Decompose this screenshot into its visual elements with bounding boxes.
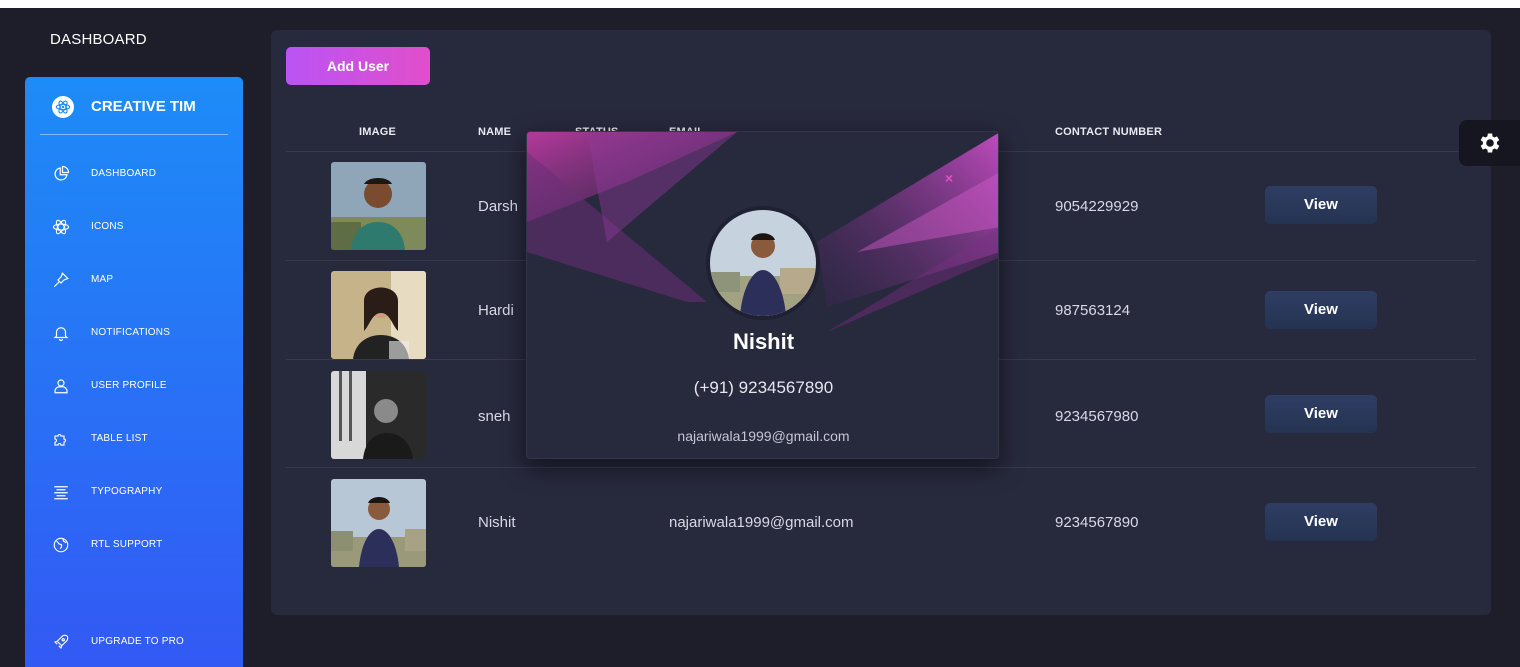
modal-close-button[interactable]: × bbox=[945, 170, 953, 186]
sidebar-item-icons[interactable]: ICONS bbox=[25, 212, 243, 242]
sidebar-item-label: ICONS bbox=[91, 221, 124, 232]
user-photo bbox=[331, 479, 426, 567]
sidebar-item-user-profile[interactable]: USER PROFILE bbox=[25, 371, 243, 401]
spaceship-icon bbox=[53, 634, 69, 650]
user-name: Nishit bbox=[478, 514, 516, 531]
pin-icon bbox=[53, 272, 69, 288]
sidebar-item-notifications[interactable]: NOTIFICATIONS bbox=[25, 318, 243, 348]
user-name: Darsh bbox=[478, 198, 519, 215]
sidebar-item-rtl-support[interactable]: RTL SUPPORT bbox=[25, 530, 243, 560]
sidebar-divider bbox=[40, 134, 228, 135]
sidebar-item-table-list[interactable]: TABLE LIST bbox=[25, 424, 243, 454]
pie-chart-icon bbox=[54, 165, 70, 181]
user-photo bbox=[331, 162, 426, 250]
sidebar-item-dashboard[interactable]: DASHBOARD bbox=[25, 159, 243, 189]
sidebar-item-label: DASHBOARD bbox=[91, 168, 157, 179]
contact-number: 9234567890 bbox=[1055, 514, 1139, 531]
sidebar-item-label: MAP bbox=[91, 274, 114, 285]
modal-user-avatar bbox=[706, 206, 820, 320]
sidebar-item-label: TYPOGRAPHY bbox=[91, 486, 163, 497]
user-name: sneh bbox=[478, 408, 511, 425]
user-icon bbox=[54, 379, 68, 394]
column-header-contact-number: CONTACT NUMBER bbox=[1055, 126, 1163, 138]
sidebar-item-label: UPGRADE TO PRO bbox=[91, 636, 185, 647]
user-email: najariwala1999@gmail.com bbox=[669, 514, 854, 531]
row-divider bbox=[286, 467, 1476, 468]
column-header-image: IMAGE bbox=[359, 126, 397, 138]
view-button[interactable]: View bbox=[1265, 395, 1377, 433]
sidebar-item-map[interactable]: MAP bbox=[25, 265, 243, 295]
sidebar-item-label: RTL SUPPORT bbox=[91, 539, 163, 550]
column-header-name: NAME bbox=[478, 126, 512, 138]
modal-user-email: najariwala1999@gmail.com bbox=[677, 428, 850, 444]
contact-number: 9234567980 bbox=[1055, 408, 1139, 425]
bell-icon bbox=[53, 327, 69, 342]
user-name: Hardi bbox=[478, 302, 514, 319]
user-photo bbox=[331, 271, 426, 359]
sidebar-item-label: NOTIFICATIONS bbox=[91, 327, 171, 338]
react-logo-icon[interactable] bbox=[52, 96, 74, 118]
settings-gear-button[interactable] bbox=[1459, 120, 1520, 166]
atom-icon bbox=[52, 219, 70, 235]
user-detail-modal: × Nishit (+91) 9234567890 najariwala1999… bbox=[526, 131, 999, 459]
sidebar: CREATIVE TIM DASHBOARD ICONS MAP NOTIFIC… bbox=[25, 77, 243, 667]
add-user-button[interactable]: Add User bbox=[286, 47, 430, 85]
view-button[interactable]: View bbox=[1265, 291, 1377, 329]
align-center-icon bbox=[54, 486, 68, 500]
user-photo bbox=[331, 371, 426, 459]
sidebar-brand[interactable]: CREATIVE TIM bbox=[91, 98, 196, 115]
view-button[interactable]: View bbox=[1265, 503, 1377, 541]
sidebar-item-label: USER PROFILE bbox=[91, 380, 167, 391]
sidebar-item-label: TABLE LIST bbox=[91, 433, 148, 444]
contact-number: 987563124 bbox=[1055, 302, 1131, 319]
page-title: DASHBOARD bbox=[50, 31, 147, 48]
view-button[interactable]: View bbox=[1265, 186, 1377, 224]
sidebar-item-upgrade[interactable]: UPGRADE TO PRO bbox=[25, 627, 243, 657]
modal-user-name: Nishit bbox=[732, 329, 795, 354]
puzzle-icon bbox=[54, 434, 66, 446]
modal-user-phone: (+91) 9234567890 bbox=[693, 378, 834, 397]
globe-icon bbox=[53, 537, 69, 553]
contact-number: 9054229929 bbox=[1055, 198, 1139, 215]
gear-icon bbox=[1480, 133, 1499, 153]
top-strip bbox=[0, 0, 1520, 8]
sidebar-item-typography[interactable]: TYPOGRAPHY bbox=[25, 477, 243, 507]
